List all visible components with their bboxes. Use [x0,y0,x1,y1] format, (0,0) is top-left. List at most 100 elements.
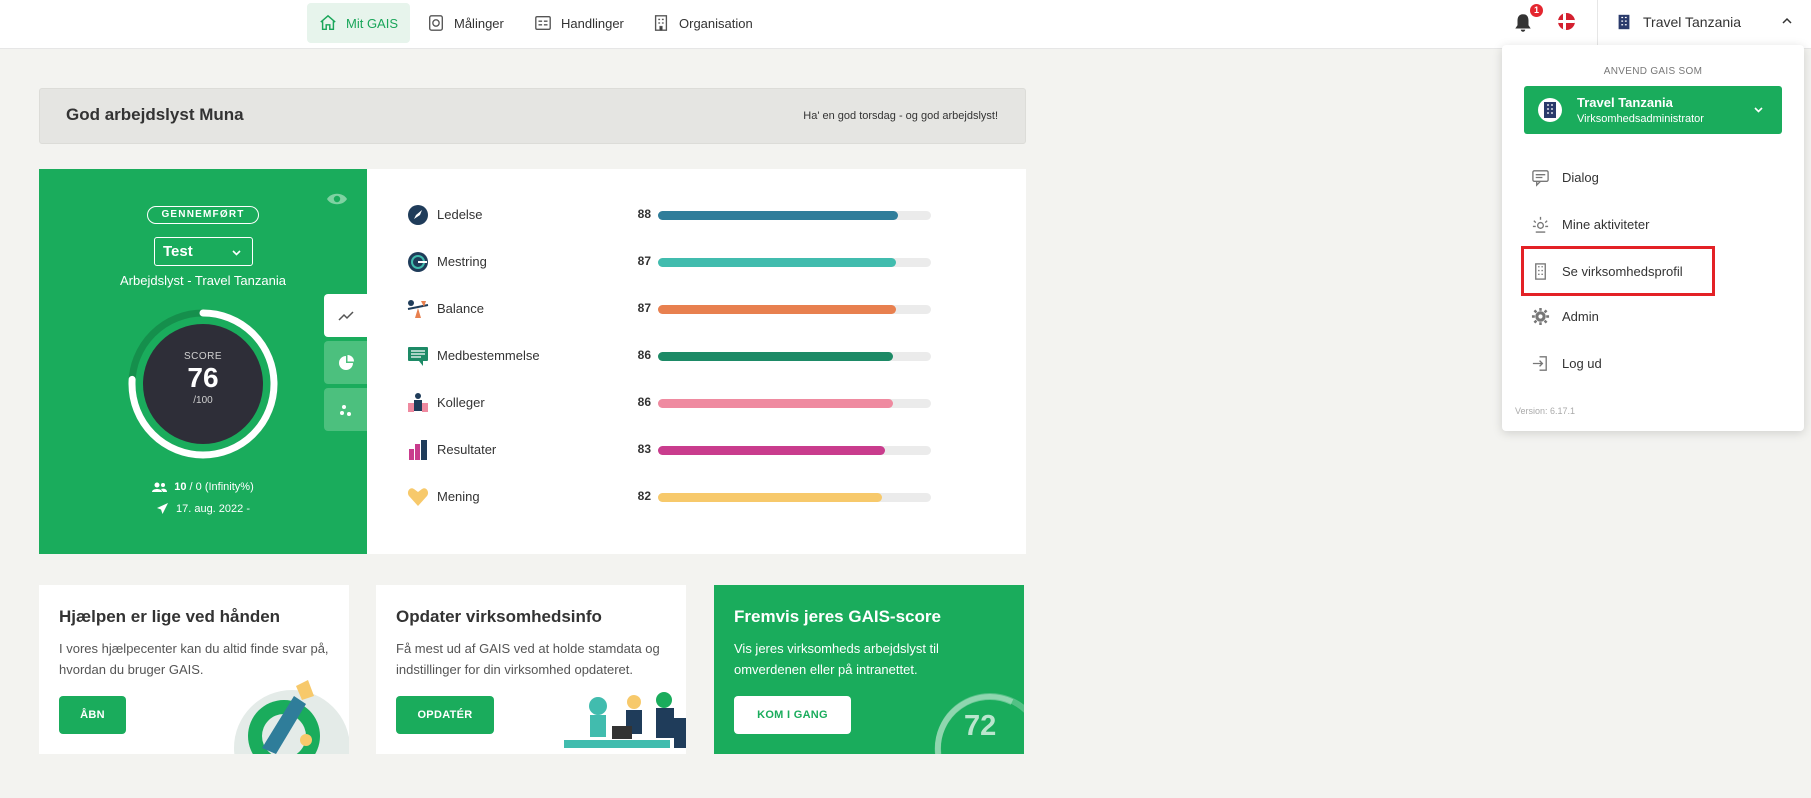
menu-item-activities-label: Mine aktiviteter [1562,216,1650,232]
help-illustration [234,680,349,754]
menu-item-admin-label: Admin [1562,308,1599,324]
nav-handlinger[interactable]: Handlinger [522,3,636,43]
score-label: SCORE [183,351,223,362]
menu-item-dialog[interactable]: Dialog [1524,160,1782,194]
menu-item-company-profile[interactable]: Se virksomhedsprofil [1521,246,1715,296]
org-switcher[interactable]: Travel Tanzania Virksomhedsadministrator [1524,86,1782,134]
dimension-bar-fill [658,305,896,314]
update-button[interactable]: OPDATÉR [396,696,494,734]
dimension-row[interactable]: Ledelse 88 [407,203,967,227]
open-help-button[interactable]: ÅBN [59,696,126,734]
users-icon [152,482,168,492]
get-started-button[interactable]: KOM I GANG [734,696,851,734]
nav-handlinger-label: Handlinger [561,15,624,31]
menu-item-admin[interactable]: Admin [1524,299,1782,333]
help-card-text: I vores hjælpecenter kan du altid finde … [59,641,329,677]
dimension-value: 86 [637,348,651,362]
dimension-bar-track [658,211,931,220]
survey-select[interactable]: Test [154,237,253,266]
tab-scatter[interactable] [324,388,367,431]
dimension-bar-fill [658,258,896,267]
score-max: /100 [193,395,213,406]
dimension-row[interactable]: Balance 87 [407,297,967,321]
results-icon [409,440,427,460]
dimension-bar-fill [658,493,882,502]
update-info-card-text: Få mest ud af GAIS ved at holde stamdata… [396,641,660,677]
dimension-value: 82 [637,489,651,503]
dimension-row[interactable]: Medbestemmelse 86 [407,344,967,368]
dimension-value: 86 [637,395,651,409]
participants-rest: / 0 (Infinity%) [186,481,254,493]
dimension-row[interactable]: Kolleger 86 [407,391,967,415]
org-dropdown-menu: ANVEND GAIS SOM Travel Tanzania Virksomh… [1502,45,1804,431]
score-gauge: SCORE 76 /100 [126,307,280,461]
org-switcher-role: Virksomhedsadministrator [1577,113,1704,125]
tab-trend[interactable] [324,294,367,337]
help-card-title: Hjælpen er lige ved hånden [59,607,281,626]
gais-score-card-title: Fremvis jeres GAIS-score [734,607,941,626]
dimension-value: 87 [637,301,651,315]
dimension-bar-track [658,352,931,361]
balance-icon [407,300,429,318]
nav-malinger[interactable]: Målinger [415,3,516,43]
dimension-row[interactable]: Mening 82 [407,485,967,509]
dimension-bar-fill [658,211,899,220]
pie-chart-icon [338,354,354,370]
survey-date-text: 17. aug. 2022 - [175,502,250,515]
actions-icon [535,16,551,30]
heart-icon [407,488,429,506]
dimension-bar-fill [658,399,893,408]
nav-mit-gais[interactable]: Mit GAIS [307,3,411,43]
gais-score-card: Fremvis jeres GAIS-score Vis jeres virks… [714,585,1024,754]
building-icon [1544,102,1556,118]
chevron-down-icon [232,250,241,256]
dimension-row[interactable]: Mestring 87 [407,250,967,274]
dimension-label: Resultater [437,442,497,457]
menu-item-logout[interactable]: Log ud [1524,346,1782,380]
gear-icon [1531,307,1550,325]
trend-line-icon [337,310,354,321]
greeting-title: God arbejdslyst Muna [66,105,244,124]
divider [1597,0,1598,49]
dimensions-panel: Ledelse 88 Mestring 87 Balance 87 Medbes… [367,169,1026,554]
dimension-row[interactable]: Resultater 83 [407,438,967,462]
compass-icon [408,205,428,225]
dimension-bar-track [658,258,931,267]
menu-item-activities[interactable]: Mine aktiviteter [1524,207,1782,241]
chevron-up-icon[interactable] [1780,14,1794,28]
bell-icon[interactable] [1512,12,1534,34]
colleagues-icon [408,393,428,412]
dimension-label: Medbestemmelse [437,348,540,363]
tab-pie[interactable] [324,341,367,384]
team-illustration [564,692,686,748]
dimension-value: 83 [637,442,651,456]
update-info-card-title: Opdater virksomhedsinfo [396,607,602,626]
danish-flag-icon[interactable] [1558,13,1575,30]
building-icon [1618,14,1630,30]
target-icon [408,252,428,272]
nav-organisation[interactable]: Organisation [640,3,765,43]
eye-icon[interactable] [326,191,348,207]
view-tabs [324,294,367,435]
dropdown-heading: ANVEND GAIS SOM [1603,66,1703,77]
dimension-label: Mestring [437,254,487,269]
org-menu-toggle[interactable]: Travel Tanzania [1615,10,1741,34]
dimension-bar-track [658,305,931,314]
dimension-bar-track [658,399,931,408]
nav-mit-gais-label: Mit GAIS [346,15,399,31]
survey-select-value: Test [163,243,193,260]
top-navigation: Mit GAIS Målinger Handlinger Organisatio… [0,0,1811,49]
dimension-label: Kolleger [437,395,485,410]
dimension-bar-track [658,446,931,455]
survey-subtitle: Arbejdslyst - Travel Tanzania [120,273,286,288]
gais-score-value: 72 [964,710,997,742]
nav-malinger-label: Målinger [454,15,504,31]
help-card: Hjælpen er lige ved hånden I vores hjælp… [39,585,349,754]
survey-date: 17. aug. 2022 - [39,502,367,515]
chevron-down-icon [1754,107,1763,113]
logout-icon [1532,355,1547,371]
dimension-bar-fill [658,352,893,361]
dimension-bar-track [658,493,931,502]
speech-icon [408,347,428,366]
dimension-label: Ledelse [437,207,483,222]
